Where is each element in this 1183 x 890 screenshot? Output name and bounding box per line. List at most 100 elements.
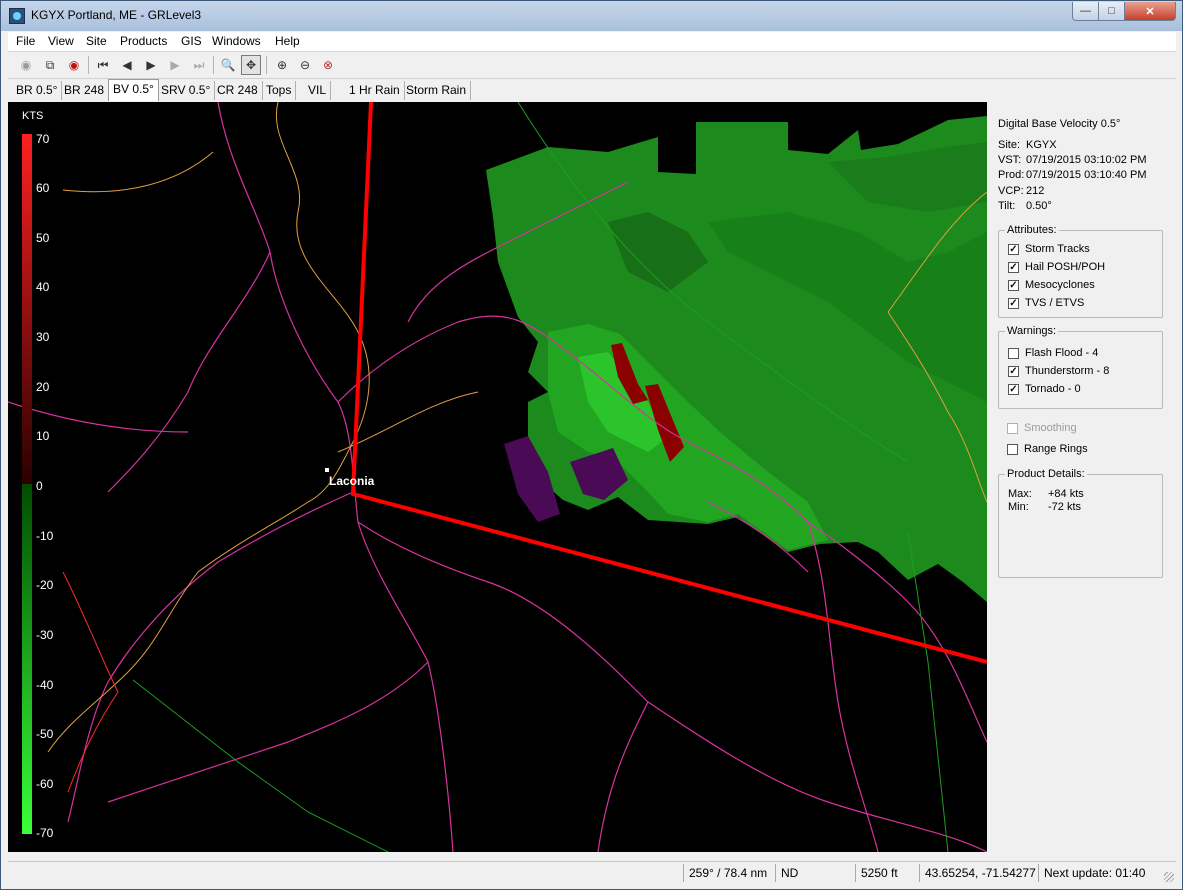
vcp-label: VCP: [998,185,1024,197]
play-icon[interactable]: ▶ [141,55,161,75]
tab-tops[interactable]: Tops [262,81,297,100]
tab-bv-0-5[interactable]: BV 0.5° [108,79,159,101]
first-frame-icon[interactable]: ⏮ [93,55,113,75]
status-bar: 259° / 78.4 nm ND 5250 ft 43.65254, -71.… [8,861,1176,884]
checkbox-tornado[interactable]: ✓ Tornado - 0 [1008,383,1081,395]
checkbox-smoothing[interactable]: Smoothing [1007,422,1077,434]
city-label-laconia: Laconia [329,474,375,488]
zoom-icon[interactable]: 🔍 [218,55,238,75]
checkbox-range-rings[interactable]: Range Rings [1007,443,1088,455]
grey-circle-icon[interactable]: ◉ [16,55,36,75]
vcp-value: 212 [1026,185,1045,197]
app-window: KGYX Portland, ME - GRLevel3 — □ ✕ File … [0,0,1183,890]
max-label: Max: [1008,488,1032,500]
resize-grip-icon[interactable] [1164,872,1174,882]
menu-gis[interactable]: GIS [181,34,202,48]
status-coords: 43.65254, -71.54277 [919,864,1038,882]
status-bearing: 259° / 78.4 nm [683,864,775,882]
check-icon: ✓ [1008,383,1019,395]
vst-value: 07/19/2015 03:10:02 PM [1026,154,1147,166]
checkbox-tvs-etvs[interactable]: ✓ TVS / ETVS [1008,297,1084,309]
radar-map[interactable]: KTS 70 60 50 40 30 20 10 0 -10 -20 -30 -… [8,102,987,852]
minimize-button[interactable]: — [1072,2,1099,21]
legend-tick-label: -30 [36,628,54,642]
attributes-group: Attributes: ✓ Storm Tracks ✓ Hail POSH/P… [998,224,1163,318]
checkbox-label: Mesocyclones [1025,279,1095,291]
legend-tick-label: -20 [36,578,54,592]
tab-vil[interactable]: VIL [304,81,332,100]
legend-tick-label: -50 [36,727,54,741]
menu-windows[interactable]: Windows [212,34,261,48]
tab-storm-rain[interactable]: Storm Rain [402,81,472,100]
check-icon: ✓ [1008,243,1019,255]
warnings-title: Warnings: [1005,325,1059,337]
menu-view[interactable]: View [48,34,74,48]
zoom-out-icon[interactable]: ⊖ [295,55,315,75]
city-marker [325,468,329,472]
zoom-reset-icon[interactable]: ⊗ [318,55,338,75]
checkbox-thunderstorm[interactable]: ✓ Thunderstorm - 8 [1008,365,1109,377]
legend-tick-label: -40 [36,678,54,692]
min-value: -72 kts [1048,501,1082,513]
toolbar-separator [266,56,267,74]
checkbox-flash-flood[interactable]: Flash Flood - 4 [1008,347,1098,359]
checkbox-storm-tracks[interactable]: ✓ Storm Tracks [1008,243,1090,255]
status-height: 5250 ft [855,864,919,882]
toolbar-separator [88,56,89,74]
menu-products[interactable]: Products [120,34,167,48]
close-button[interactable]: ✕ [1124,2,1176,21]
copy-icon[interactable]: ⧉ [40,55,60,75]
checkbox-label: Storm Tracks [1025,243,1090,255]
checkbox-label: Smoothing [1024,422,1077,434]
checkbox-label: Range Rings [1024,443,1088,455]
tab-br-248[interactable]: BR 248 [60,81,110,100]
tab-srv-0-5[interactable]: SRV 0.5° [157,81,216,100]
legend-tick-label: -60 [36,777,54,791]
zoom-in-icon[interactable]: ⊕ [272,55,292,75]
legend-tick-label: 10 [36,429,50,443]
checkbox-mesocyclones[interactable]: ✓ Mesocyclones [1008,279,1095,291]
legend-unit-label: KTS [22,110,44,122]
legend-tick-label: -70 [36,826,54,840]
attributes-title: Attributes: [1005,224,1059,236]
radar-canvas [8,102,987,852]
legend-tick-label: 70 [36,132,50,146]
checkbox-hail-posh-poh[interactable]: ✓ Hail POSH/POH [1008,261,1105,273]
menu-help[interactable]: Help [275,34,300,48]
storm-tracks [62,571,119,793]
tab-1hr-rain[interactable]: 1 Hr Rain [345,81,405,100]
last-frame-icon[interactable]: ⏭ [189,55,209,75]
check-icon: ✓ [1008,297,1019,309]
toolbar-separator [213,56,214,74]
legend-tick-label: 20 [36,380,50,394]
menu-bar: File View Site Products GIS Windows Help [8,32,1176,52]
min-label: Min: [1008,501,1029,513]
checkbox-box [1008,347,1019,359]
menu-site[interactable]: Site [86,34,107,48]
check-icon: ✓ [1008,365,1019,377]
legend-tick-label: 60 [36,181,50,195]
red-record-icon[interactable]: ◉ [64,55,84,75]
legend-tick-label: 40 [36,280,50,294]
product-details-group: Product Details: Max: +84 kts Min: -72 k… [998,468,1163,578]
prev-frame-icon[interactable]: ◀ [117,55,137,75]
tab-br-0-5[interactable]: BR 0.5° [12,81,63,100]
pan-icon[interactable]: ✥ [241,55,261,75]
side-panel: Digital Base Velocity 0.5° Site: KGYX VS… [989,102,1176,852]
window-title: KGYX Portland, ME - GRLevel3 [31,8,202,22]
site-value: KGYX [1026,139,1057,151]
checkbox-box [1007,422,1018,434]
next-frame-icon[interactable]: ▶ [165,55,185,75]
legend-tick-label: 30 [36,330,50,344]
checkbox-label: TVS / ETVS [1025,297,1085,309]
check-icon: ✓ [1008,261,1019,273]
check-icon: ✓ [1008,279,1019,291]
site-label: Site: [998,139,1021,151]
vst-label: VST: [998,154,1022,166]
checkbox-box [1007,443,1018,455]
velocity-color-scale [22,134,32,834]
tab-cr-248[interactable]: CR 248 [213,81,263,100]
menu-file[interactable]: File [16,34,35,48]
tilt-label: Tilt: [998,200,1016,212]
maximize-button[interactable]: □ [1098,2,1125,21]
